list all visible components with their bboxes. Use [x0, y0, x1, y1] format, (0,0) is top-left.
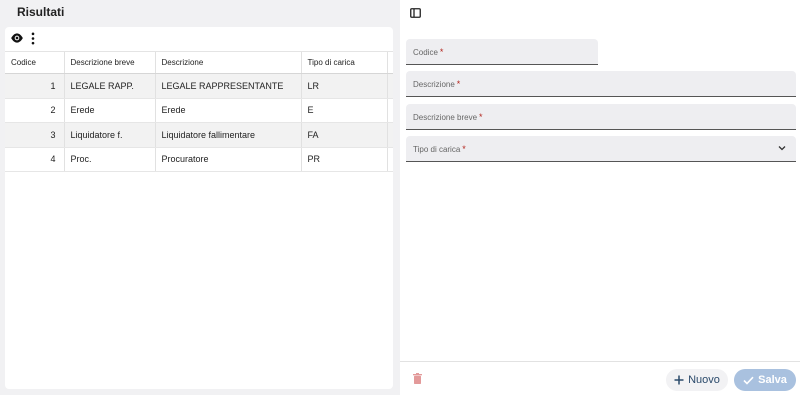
table-row[interactable]: 1 LEGALE RAPP. LEGALE RAPPRESENTANTE LR — [5, 73, 393, 99]
detail-panel: Codice * Descrizione * Descrizione breve * … — [400, 0, 800, 395]
codice-label: Codice * — [413, 47, 444, 57]
table-row[interactable]: 4 Proc. Procuratore PR — [5, 147, 393, 172]
side-panel-icon[interactable] — [410, 8, 421, 18]
column-header-codice[interactable]: Codice — [5, 51, 64, 74]
cell-code: 4 — [5, 147, 64, 172]
cell-type: PR — [300, 147, 387, 172]
codice-field[interactable]: Codice * — [406, 39, 598, 65]
descrizione-field[interactable]: Descrizione * — [406, 71, 796, 97]
check-icon — [743, 376, 754, 385]
table-row[interactable]: 2 Erede Erede E — [5, 98, 393, 123]
cell-code: 2 — [5, 98, 64, 123]
column-header-spacer — [386, 51, 393, 74]
save-button-label: Salva — [758, 374, 787, 386]
column-header-descrizione-breve[interactable]: Descrizione breve — [63, 51, 155, 74]
cell-type: FA — [300, 122, 387, 148]
descrizione-breve-label: Descrizione breve * — [413, 112, 483, 122]
results-table-card: Codice Descrizione breve Descrizione Tip… — [5, 27, 393, 389]
trash-icon[interactable] — [413, 373, 422, 384]
table-header-row: Codice Descrizione breve Descrizione Tip… — [5, 51, 393, 74]
column-header-tipo-di-carica[interactable]: Tipo di carica — [300, 51, 387, 74]
tipo-di-carica-select[interactable]: Tipo di carica * — [406, 136, 796, 162]
new-button-label: Nuovo — [688, 374, 720, 386]
descrizione-label: Descrizione * — [413, 79, 461, 89]
chevron-down-icon[interactable] — [778, 145, 786, 151]
cell-code: 3 — [5, 122, 64, 148]
detail-footer: Nuovo Salva — [400, 361, 800, 395]
descrizione-breve-field[interactable]: Descrizione breve * — [406, 104, 796, 130]
save-button[interactable]: Salva — [734, 369, 796, 391]
eye-icon[interactable] — [10, 32, 24, 44]
cell-short: Erede — [63, 98, 155, 123]
cell-short: Proc. — [63, 147, 155, 172]
results-table: Codice Descrizione breve Descrizione Tip… — [5, 51, 393, 172]
cell-short: Liquidatore f. — [63, 122, 155, 148]
cell-desc: LEGALE RAPPRESENTANTE — [154, 73, 301, 99]
plus-icon — [674, 375, 684, 385]
column-header-descrizione[interactable]: Descrizione — [154, 51, 301, 74]
table-toolbar — [5, 27, 393, 51]
cell-desc: Procuratore — [154, 147, 301, 172]
cell-desc: Erede — [154, 98, 301, 123]
table-row[interactable]: 3 Liquidatore f. Liquidatore fallimentar… — [5, 122, 393, 148]
tipo-di-carica-label: Tipo di carica * — [413, 144, 466, 154]
cell-type: E — [300, 98, 387, 123]
more-vert-icon[interactable] — [30, 32, 36, 45]
cell-code: 1 — [5, 73, 64, 99]
new-button[interactable]: Nuovo — [666, 369, 728, 391]
results-panel: Risultati Codice Descrizione breve Descr… — [0, 0, 398, 395]
cell-type: LR — [300, 73, 387, 99]
cell-short: LEGALE RAPP. — [63, 73, 155, 99]
cell-desc: Liquidatore fallimentare — [154, 122, 301, 148]
results-title: Risultati — [17, 5, 65, 19]
